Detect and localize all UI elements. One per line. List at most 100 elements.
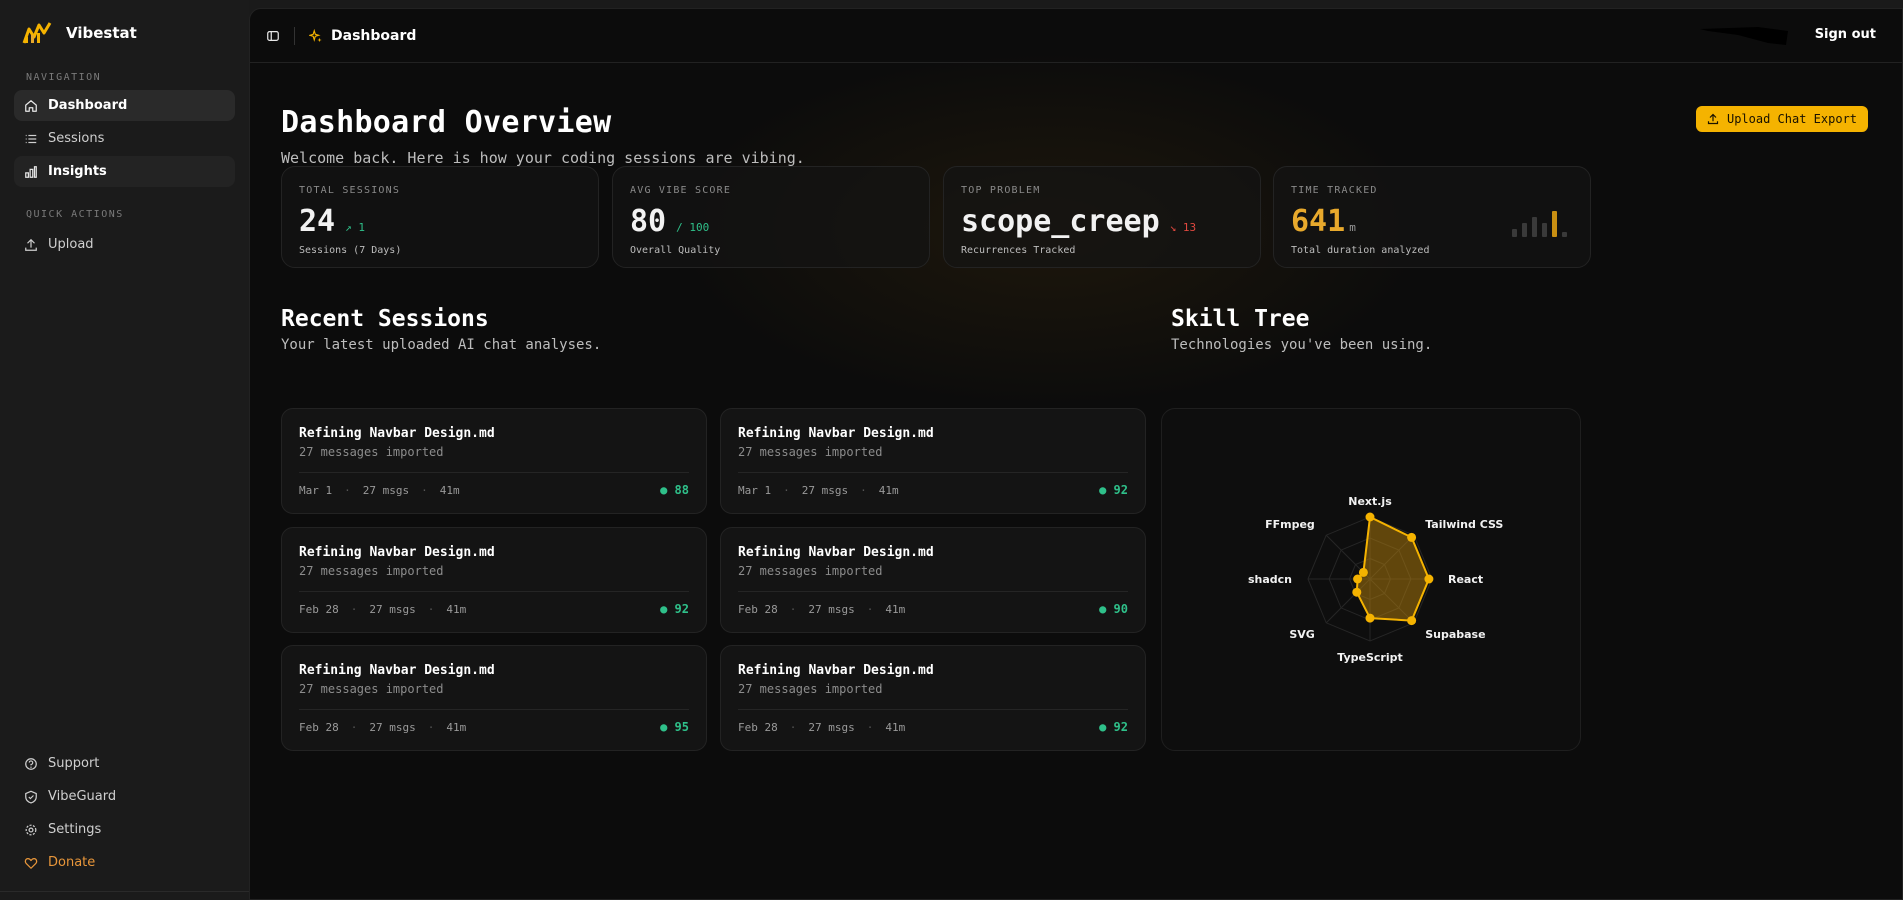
sidebar-item-label: VibeGuard (48, 789, 117, 804)
upload-icon (25, 238, 37, 251)
session-card[interactable]: Refining Navbar Design.md 27 messages imp… (281, 408, 707, 514)
stat-foot: Recurrences Tracked (961, 245, 1076, 256)
sidebar-item-support[interactable]: Support (14, 748, 235, 779)
session-msgs: 27 msgs (369, 720, 416, 734)
session-card[interactable]: Refining Navbar Design.md 27 messages imp… (720, 408, 1146, 514)
session-card[interactable]: Refining Navbar Design.md 27 messages imp… (281, 527, 707, 633)
stat-label: TOP PROBLEM (961, 185, 1041, 196)
session-card[interactable]: Refining Navbar Design.md 27 messages imp… (720, 527, 1146, 633)
stat-foot: Total duration analyzed (1291, 245, 1430, 256)
radar-point (1365, 512, 1375, 522)
meta-separator: · (866, 720, 874, 734)
radar-series-area (1355, 516, 1430, 622)
sidebar-item-label: Donate (48, 855, 96, 870)
session-title: Refining Navbar Design.md (738, 426, 934, 441)
stat-card-time-tracked: TIME TRACKED 641 m Total duration analyz… (1273, 166, 1591, 268)
sidebar-item-label: Sessions (48, 131, 105, 146)
sidebar-item-insights[interactable]: Insights (14, 156, 235, 187)
topbar: Dashboard Sign out (250, 9, 1902, 63)
sparkles-icon (309, 28, 322, 42)
meta-separator: · (344, 483, 351, 497)
sidebar-item-upload[interactable]: Upload (14, 229, 235, 260)
heart-icon (24, 857, 38, 869)
quick-actions-label: QUICK ACTIONS (26, 208, 124, 220)
meta-separator: · (783, 483, 790, 497)
meta-separator: · (427, 720, 435, 734)
mini-bar (1512, 229, 1517, 237)
session-meta: Feb 28 · 27 msgs · 41m ● 90 (738, 602, 1128, 616)
session-score: ● 92 (1099, 720, 1128, 734)
session-duration: 41m (885, 720, 906, 734)
page-title: Dashboard Overview (281, 105, 612, 140)
session-title: Refining Navbar Design.md (738, 545, 934, 560)
sidebar-item-label: Settings (48, 822, 102, 837)
card-divider (738, 591, 1128, 592)
mini-bar (1552, 211, 1557, 237)
mini-bar (1522, 223, 1527, 237)
meta-separator: · (860, 483, 867, 497)
upload-button-label: Upload Chat Export (1726, 112, 1858, 126)
stat-value: scope_creep (961, 204, 1160, 239)
stat-label: AVG VIBE SCORE (630, 185, 732, 196)
stat-label: TOTAL SESSIONS (299, 185, 401, 196)
session-msgs: 27 msgs (801, 483, 849, 497)
card-divider (299, 709, 689, 710)
sidebar-item-vibeguard[interactable]: VibeGuard (14, 781, 235, 812)
meta-separator: · (427, 602, 435, 616)
radar-axis-label: FFmpeg (1265, 518, 1315, 531)
radar-axis-label: shadcn (1248, 573, 1292, 586)
sidebar-toggle-icon[interactable] (266, 29, 280, 43)
radar-point (1407, 532, 1417, 542)
session-score: ● 92 (1099, 483, 1128, 497)
sign-out-button[interactable]: Sign out (1815, 27, 1876, 42)
session-title: Refining Navbar Design.md (299, 426, 495, 441)
bar-chart-icon (25, 165, 37, 178)
radar-axis-label: SVG (1289, 628, 1314, 641)
session-date: Feb 28 (299, 602, 339, 616)
session-subtitle: 27 messages imported (738, 682, 883, 696)
session-subtitle: 27 messages imported (738, 445, 883, 459)
page-title-crumb: Dashboard (331, 27, 417, 44)
sidebar-bottom: Support VibeGuard Settings Donate (14, 748, 235, 880)
topbar-divider (294, 26, 295, 45)
sidebar-item-settings[interactable]: Settings (14, 814, 235, 845)
sidebar-item-donate[interactable]: Donate (14, 847, 235, 878)
card-divider (299, 591, 689, 592)
session-date: Mar 1 (299, 483, 333, 497)
upload-chat-export-button[interactable]: Upload Chat Export (1696, 106, 1868, 132)
stat-value: 24 (299, 204, 336, 239)
session-date: Mar 1 (738, 483, 772, 497)
sidebar-item-sessions[interactable]: Sessions (14, 123, 235, 154)
sidebar: Vibestat NAVIGATION Dashboard Sessions I… (0, 0, 249, 900)
stat-card-avg-vibe-score: AVG VIBE SCORE 80 / 100 Overall Quality (612, 166, 930, 268)
session-title: Refining Navbar Design.md (299, 545, 495, 560)
sidebar-item-label: Upload (48, 237, 94, 252)
session-subtitle: 27 messages imported (299, 564, 444, 578)
shield-icon (25, 790, 37, 804)
stat-max: / 100 (676, 221, 710, 234)
session-card[interactable]: Refining Navbar Design.md 27 messages imp… (281, 645, 707, 751)
session-score: ● 95 (660, 720, 689, 734)
session-date: Feb 28 (738, 720, 778, 734)
brand[interactable]: Vibestat (14, 0, 235, 66)
session-card[interactable]: Refining Navbar Design.md 27 messages imp… (720, 645, 1146, 751)
meta-separator: · (350, 720, 358, 734)
radar-point (1365, 613, 1375, 623)
session-msgs: 27 msgs (808, 602, 855, 616)
session-meta: Feb 28 · 27 msgs · 41m ● 95 (299, 720, 689, 734)
session-title: Refining Navbar Design.md (738, 663, 934, 678)
sidebar-item-label: Insights (48, 164, 107, 179)
recent-sessions-title: Recent Sessions (281, 306, 489, 332)
session-score: ● 88 (660, 483, 689, 497)
help-circle-icon (25, 757, 37, 770)
vibestat-logo-icon (22, 22, 52, 44)
session-date: Feb 28 (299, 720, 339, 734)
session-msgs: 27 msgs (808, 720, 855, 734)
radar-point (1407, 616, 1417, 626)
radar-point (1358, 567, 1368, 577)
card-divider (738, 709, 1128, 710)
stat-delta-up: ↗ 1 (345, 221, 365, 234)
stat-value: 641 (1291, 204, 1346, 239)
session-msgs: 27 msgs (362, 483, 410, 497)
sidebar-item-dashboard[interactable]: Dashboard (14, 90, 235, 121)
